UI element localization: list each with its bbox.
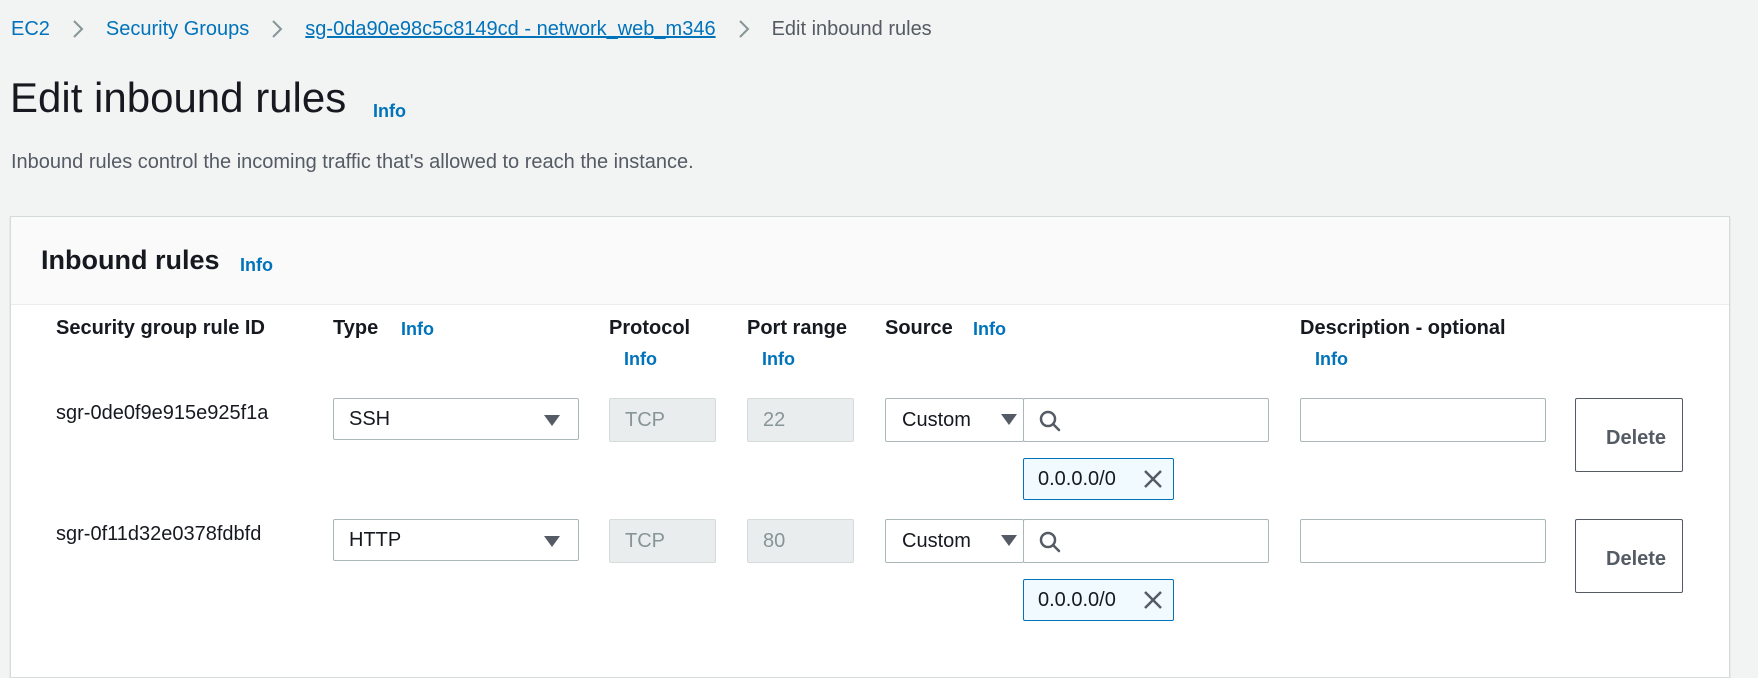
source-search-input[interactable] xyxy=(1023,519,1269,563)
description-input[interactable] xyxy=(1300,398,1546,442)
breadcrumb-current: Edit inbound rules xyxy=(771,17,932,40)
page-title: Edit inbound rules xyxy=(10,74,347,121)
panel-info-link[interactable]: Info xyxy=(240,255,273,276)
chevron-right-icon xyxy=(716,14,772,44)
caret-down-icon xyxy=(1001,535,1017,546)
description-info-link[interactable]: Info xyxy=(1315,349,1348,370)
port-range-info-link[interactable]: Info xyxy=(762,349,795,370)
cidr-token-value: 0.0.0.0/0 xyxy=(1038,588,1116,611)
source-type-value: Custom xyxy=(902,408,971,431)
caret-down-icon xyxy=(544,415,560,426)
close-icon[interactable] xyxy=(1143,469,1163,494)
column-header-description: Description - optional xyxy=(1300,317,1506,339)
type-select-value: HTTP xyxy=(349,528,402,551)
panel-title: Inbound rules xyxy=(41,245,220,275)
breadcrumb-link-security-groups[interactable]: Security Groups xyxy=(106,18,249,41)
column-header-port-range: Port range xyxy=(747,317,848,339)
rule-id-text: sgr-0f11d32e0378fdbfd xyxy=(56,523,262,545)
source-search-input[interactable] xyxy=(1023,398,1269,442)
cidr-token-value: 0.0.0.0/0 xyxy=(1038,467,1116,490)
protocol-info-link[interactable]: Info xyxy=(624,349,657,370)
search-icon xyxy=(1039,410,1061,437)
source-info-link[interactable]: Info xyxy=(973,319,1006,340)
type-info-link[interactable]: Info xyxy=(401,319,434,340)
source-type-select[interactable]: Custom xyxy=(885,519,1024,563)
column-header-protocol: Protocol xyxy=(609,317,691,339)
cidr-token: 0.0.0.0/0 xyxy=(1023,458,1174,500)
type-select[interactable]: HTTP xyxy=(333,519,579,561)
page-description: Inbound rules control the incoming traff… xyxy=(11,151,694,173)
port-range-field: 22 xyxy=(747,398,854,442)
caret-down-icon xyxy=(544,536,560,547)
rule-id-text: sgr-0de0f9e915e925f1a xyxy=(56,402,269,424)
delete-button[interactable]: Delete xyxy=(1575,519,1683,593)
breadcrumb-link-security-group[interactable]: sg-0da90e98c5c8149cd - network_web_m346 xyxy=(305,18,715,41)
page-title-info-link[interactable]: Info xyxy=(373,101,406,122)
breadcrumb: EC2 Security Groups sg-0da90e98c5c8149cd… xyxy=(11,14,932,44)
source-type-value: Custom xyxy=(902,529,971,552)
cidr-token: 0.0.0.0/0 xyxy=(1023,579,1174,621)
type-select-value: SSH xyxy=(349,407,391,430)
breadcrumb-link-ec2[interactable]: EC2 xyxy=(11,18,50,41)
protocol-field: TCP xyxy=(609,519,716,563)
chevron-right-icon xyxy=(50,14,106,44)
panel-header: Inbound rules Info xyxy=(11,217,1729,305)
caret-down-icon xyxy=(1001,414,1017,425)
delete-button[interactable]: Delete xyxy=(1575,398,1683,472)
type-select[interactable]: SSH xyxy=(333,398,579,440)
inbound-rules-panel: Inbound rules Info Security group rule I… xyxy=(10,216,1730,678)
protocol-field: TCP xyxy=(609,398,716,442)
column-header-source: Source xyxy=(885,317,953,339)
port-range-field: 80 xyxy=(747,519,854,563)
column-header-rule-id: Security group rule ID xyxy=(56,317,265,339)
chevron-right-icon xyxy=(249,14,305,44)
search-icon xyxy=(1039,531,1061,558)
close-icon[interactable] xyxy=(1143,590,1163,615)
source-type-select[interactable]: Custom xyxy=(885,398,1024,442)
description-input[interactable] xyxy=(1300,519,1546,563)
column-header-type: Type xyxy=(333,317,379,339)
